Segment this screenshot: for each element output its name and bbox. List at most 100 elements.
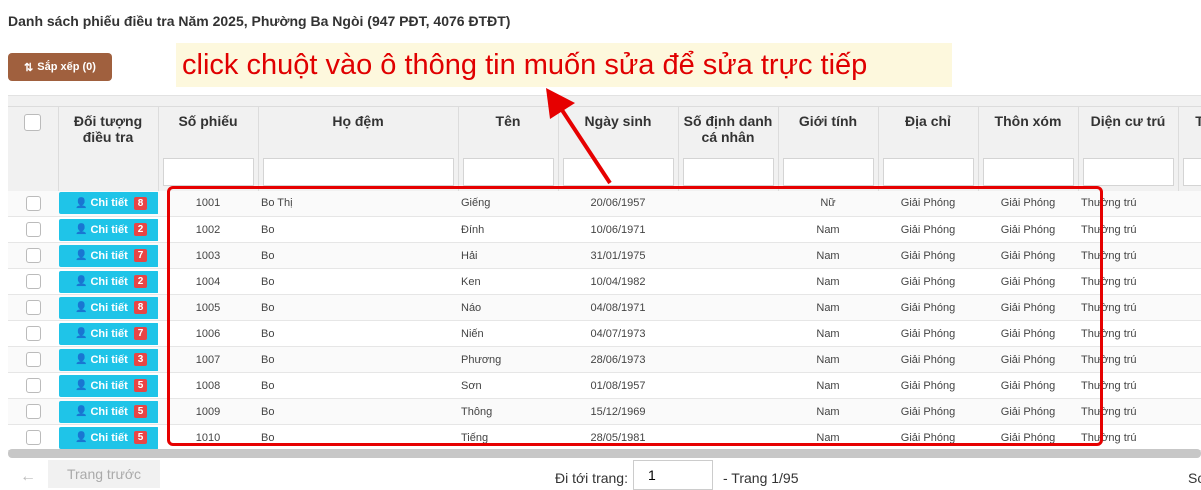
cell-ho-dem[interactable]: Bo xyxy=(258,217,458,243)
row-select-cell[interactable] xyxy=(8,425,58,451)
cell-dia-chi[interactable]: Giải Phóng xyxy=(878,399,978,425)
cell-dien-cu-tru[interactable]: Thường trú xyxy=(1078,217,1178,243)
table-row[interactable]: 👤Chi tiết81005BoNáo04/08/1971NamGiải Phó… xyxy=(8,295,1201,321)
row-checkbox[interactable] xyxy=(26,430,41,445)
header-ngay-sinh[interactable]: Ngày sinh xyxy=(558,107,678,153)
cell-ho-dem[interactable]: Bo Thị xyxy=(258,191,458,217)
cell-ho-dem[interactable]: Bo xyxy=(258,373,458,399)
header-ten[interactable]: Tên xyxy=(458,107,558,153)
table-row[interactable]: 👤Chi tiết71006BoNiến04/07/1973NamGiải Ph… xyxy=(8,321,1201,347)
cell-dia-chi[interactable]: Giải Phóng xyxy=(878,347,978,373)
cell-thon-xom[interactable]: Giải Phóng xyxy=(978,425,1078,451)
cell-thon-xom[interactable]: Giải Phóng xyxy=(978,347,1078,373)
prev-page-button[interactable]: Trang trước xyxy=(48,460,160,488)
row-select-cell[interactable] xyxy=(8,373,58,399)
cell-dia-chi[interactable]: Giải Phóng xyxy=(878,191,978,217)
table-row[interactable]: 👤Chi tiết81001Bo ThịGiếng20/06/1957NữGiả… xyxy=(8,191,1201,217)
cell-extra[interactable] xyxy=(1178,269,1201,295)
cell-ho-dem[interactable]: Bo xyxy=(258,269,458,295)
cell-so-dinh-danh[interactable] xyxy=(678,217,778,243)
table-row[interactable]: 👤Chi tiết51009BoThông15/12/1969NamGiải P… xyxy=(8,399,1201,425)
cell-ngay-sinh[interactable]: 04/08/1971 xyxy=(558,295,678,321)
cell-gioi-tinh[interactable]: Nam xyxy=(778,269,878,295)
cell-ten[interactable]: Đính xyxy=(458,217,558,243)
cell-dien-cu-tru[interactable]: Thường trú xyxy=(1078,425,1178,451)
cell-so-dinh-danh[interactable] xyxy=(678,425,778,451)
arrow-left-icon[interactable]: ← xyxy=(20,468,36,486)
cell-ho-dem[interactable]: Bo xyxy=(258,243,458,269)
table-row[interactable]: 👤Chi tiết71003BoHải31/01/1975NamGiải Phó… xyxy=(8,243,1201,269)
cell-gioi-tinh[interactable]: Nữ xyxy=(778,191,878,217)
cell-extra[interactable] xyxy=(1178,191,1201,217)
cell-dien-cu-tru[interactable]: Thường trú xyxy=(1078,347,1178,373)
cell-dien-cu-tru[interactable]: Thường trú xyxy=(1078,269,1178,295)
filter-thon-xom-input[interactable] xyxy=(983,158,1074,186)
table-row[interactable]: 👤Chi tiết21002BoĐính10/06/1971NamGiải Ph… xyxy=(8,217,1201,243)
filter-ho-dem-input[interactable] xyxy=(263,158,454,186)
cell-dien-cu-tru[interactable]: Thường trú xyxy=(1078,373,1178,399)
filter-ngay-sinh-input[interactable] xyxy=(563,158,674,186)
header-extra[interactable]: T xyxy=(1178,107,1201,153)
header-gioi-tinh[interactable]: Giới tính xyxy=(778,107,878,153)
cell-gioi-tinh[interactable]: Nam xyxy=(778,321,878,347)
header-dia-chi[interactable]: Địa chỉ xyxy=(878,107,978,153)
row-checkbox[interactable] xyxy=(26,404,41,419)
row-checkbox[interactable] xyxy=(26,274,41,289)
row-checkbox[interactable] xyxy=(26,196,41,211)
cell-so-phieu[interactable]: 1001 xyxy=(158,191,258,217)
header-ho-dem[interactable]: Họ đệm xyxy=(258,107,458,153)
cell-ten[interactable]: Phương xyxy=(458,347,558,373)
cell-dien-cu-tru[interactable]: Thường trú xyxy=(1078,399,1178,425)
row-select-cell[interactable] xyxy=(8,295,58,321)
table-row[interactable]: 👤Chi tiết31007BoPhương28/06/1973NamGiải … xyxy=(8,347,1201,373)
detail-button[interactable]: 👤Chi tiết3 xyxy=(59,349,158,371)
cell-extra[interactable] xyxy=(1178,373,1201,399)
cell-so-dinh-danh[interactable] xyxy=(678,373,778,399)
cell-dia-chi[interactable]: Giải Phóng xyxy=(878,217,978,243)
cell-ten[interactable]: Giếng xyxy=(458,191,558,217)
detail-button[interactable]: 👤Chi tiết5 xyxy=(59,401,158,423)
cell-thon-xom[interactable]: Giải Phóng xyxy=(978,295,1078,321)
cell-so-phieu[interactable]: 1008 xyxy=(158,373,258,399)
cell-extra[interactable] xyxy=(1178,295,1201,321)
detail-button[interactable]: 👤Chi tiết7 xyxy=(59,323,158,345)
header-dien-cu-tru[interactable]: Diện cư trú xyxy=(1078,107,1178,153)
filter-so-dinh-danh-input[interactable] xyxy=(683,158,774,186)
cell-gioi-tinh[interactable]: Nam xyxy=(778,217,878,243)
cell-ngay-sinh[interactable]: 10/04/1982 xyxy=(558,269,678,295)
row-checkbox[interactable] xyxy=(26,378,41,393)
cell-so-phieu[interactable]: 1009 xyxy=(158,399,258,425)
cell-ngay-sinh[interactable]: 20/06/1957 xyxy=(558,191,678,217)
header-so-phieu[interactable]: Số phiếu xyxy=(158,107,258,153)
cell-ngay-sinh[interactable]: 04/07/1973 xyxy=(558,321,678,347)
row-checkbox[interactable] xyxy=(26,222,41,237)
cell-so-phieu[interactable]: 1007 xyxy=(158,347,258,373)
cell-ho-dem[interactable]: Bo xyxy=(258,425,458,451)
row-select-cell[interactable] xyxy=(8,269,58,295)
cell-thon-xom[interactable]: Giải Phóng xyxy=(978,373,1078,399)
cell-ho-dem[interactable]: Bo xyxy=(258,295,458,321)
cell-dien-cu-tru[interactable]: Thường trú xyxy=(1078,295,1178,321)
row-checkbox[interactable] xyxy=(26,326,41,341)
cell-ten[interactable]: Niến xyxy=(458,321,558,347)
table-row[interactable]: 👤Chi tiết21004BoKen10/04/1982NamGiải Phó… xyxy=(8,269,1201,295)
cell-thon-xom[interactable]: Giải Phóng xyxy=(978,399,1078,425)
cell-ho-dem[interactable]: Bo xyxy=(258,347,458,373)
cell-so-phieu[interactable]: 1003 xyxy=(158,243,258,269)
horizontal-scrollbar[interactable] xyxy=(8,449,1201,458)
cell-thon-xom[interactable]: Giải Phóng xyxy=(978,243,1078,269)
row-select-cell[interactable] xyxy=(8,399,58,425)
cell-ten[interactable]: Náo xyxy=(458,295,558,321)
cell-so-dinh-danh[interactable] xyxy=(678,243,778,269)
cell-ten[interactable]: Hải xyxy=(458,243,558,269)
header-thon-xom[interactable]: Thôn xóm xyxy=(978,107,1078,153)
cell-dia-chi[interactable]: Giải Phóng xyxy=(878,373,978,399)
cell-gioi-tinh[interactable]: Nam xyxy=(778,373,878,399)
cell-so-dinh-danh[interactable] xyxy=(678,295,778,321)
cell-dien-cu-tru[interactable]: Thường trú xyxy=(1078,191,1178,217)
cell-dien-cu-tru[interactable]: Thường trú xyxy=(1078,321,1178,347)
cell-so-dinh-danh[interactable] xyxy=(678,269,778,295)
cell-ten[interactable]: Tiếng xyxy=(458,425,558,451)
cell-gioi-tinh[interactable]: Nam xyxy=(778,295,878,321)
detail-button[interactable]: 👤Chi tiết2 xyxy=(59,271,158,293)
